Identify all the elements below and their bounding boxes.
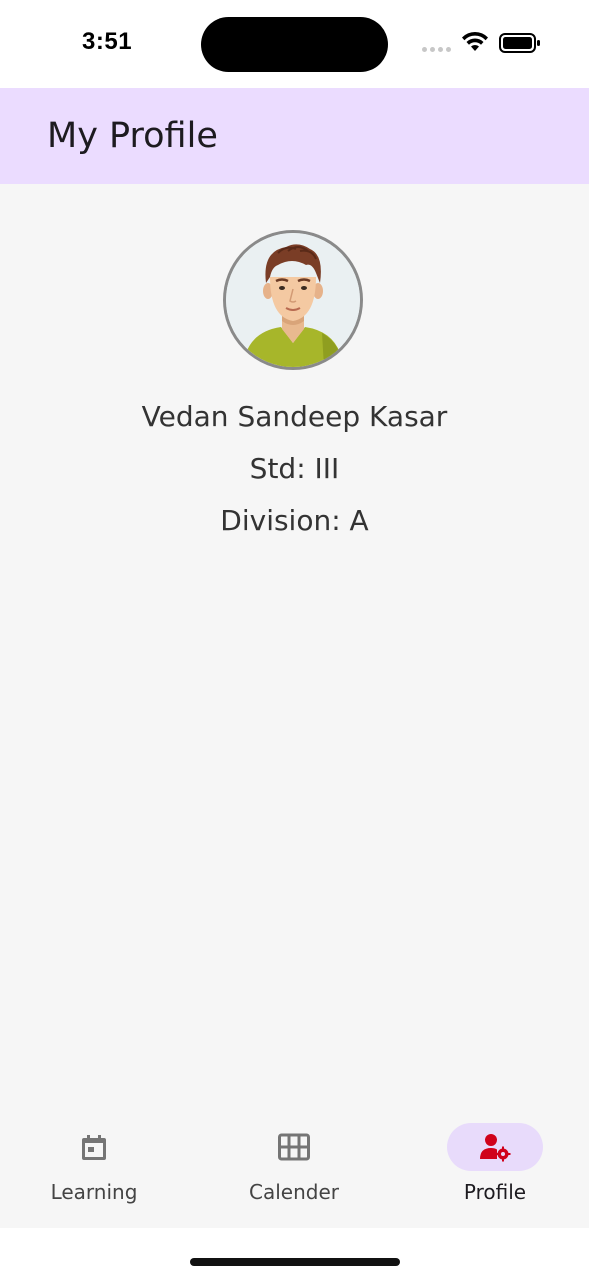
- nav-item-learning[interactable]: Learning: [24, 1112, 164, 1212]
- nav-label-calender: Calender: [249, 1180, 339, 1204]
- student-avatar-image: [226, 233, 360, 367]
- user-settings-icon: [480, 1134, 511, 1162]
- nav-icon-container: [46, 1123, 142, 1171]
- nav-label-learning: Learning: [50, 1180, 138, 1204]
- student-division: Division: A: [220, 504, 369, 537]
- nav-label-profile: Profile: [463, 1180, 527, 1204]
- nav-icon-container: [246, 1123, 342, 1171]
- student-standard: Std: III: [249, 452, 340, 485]
- battery-icon: [499, 33, 540, 53]
- nav-item-calender[interactable]: Calender: [224, 1112, 364, 1212]
- grid-icon: [278, 1133, 310, 1161]
- status-time: 3:51: [82, 28, 133, 55]
- cellular-signal-icon: [422, 47, 451, 52]
- wifi-icon: [462, 31, 488, 51]
- student-name: Vedan Sandeep Kasar: [141, 400, 448, 433]
- nav-icon-container-active: [447, 1123, 543, 1171]
- page-title: My Profile: [47, 116, 218, 156]
- nav-item-profile[interactable]: Profile: [425, 1112, 565, 1212]
- dynamic-island: [201, 17, 388, 72]
- calendar-icon: [82, 1135, 106, 1160]
- home-indicator[interactable]: [190, 1258, 400, 1266]
- avatar: [223, 230, 363, 370]
